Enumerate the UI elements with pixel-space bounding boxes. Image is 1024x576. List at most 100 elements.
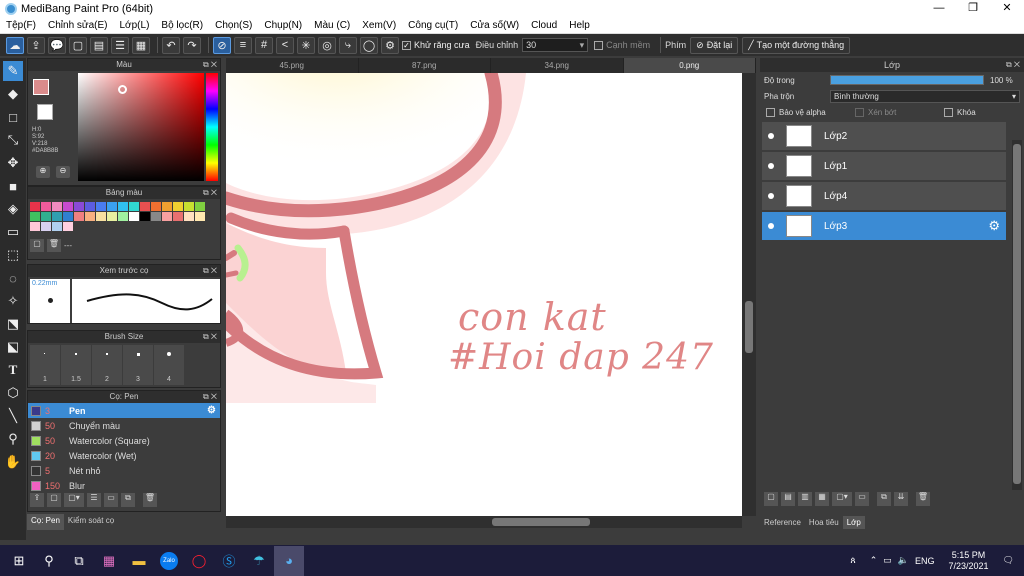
palette-swatch[interactable] bbox=[85, 212, 95, 221]
brush-size-item[interactable]: 1 bbox=[30, 345, 60, 385]
palette-swatch[interactable] bbox=[52, 212, 62, 221]
tab-brush-control[interactable]: Kiểm soát cọ bbox=[64, 514, 118, 530]
menu-cloud[interactable]: Cloud bbox=[525, 20, 563, 31]
palette-swatch[interactable] bbox=[195, 212, 205, 221]
tab-brush[interactable]: Cọ: Pen bbox=[27, 514, 64, 530]
brush-list-icon[interactable]: ☰ bbox=[87, 493, 101, 507]
palette-swatch[interactable] bbox=[140, 212, 150, 221]
brush-size-item[interactable]: 2 bbox=[92, 345, 122, 385]
visibility-icon[interactable] bbox=[768, 133, 774, 139]
gradient-tool-icon[interactable]: ▭ bbox=[3, 222, 23, 242]
palette-swatch[interactable] bbox=[118, 212, 128, 221]
new-doc-icon[interactable]: ▢ bbox=[69, 36, 87, 54]
palette-swatch[interactable] bbox=[85, 202, 95, 211]
volume-icon[interactable]: 🔈 bbox=[898, 555, 909, 566]
delete-layer-icon[interactable]: 🗑 bbox=[916, 492, 930, 506]
panel-controls-icon[interactable]: ⧉ ✕ bbox=[203, 391, 217, 403]
brush-item[interactable]: 5 Nét nhỏ bbox=[28, 463, 220, 478]
sv-square[interactable] bbox=[78, 73, 204, 181]
menu-window[interactable]: Cửa số(W) bbox=[464, 20, 525, 31]
foreground-color[interactable] bbox=[33, 79, 49, 95]
soft-edge-checkbox[interactable]: Cạnh mềm bbox=[594, 40, 650, 50]
people-icon[interactable]: ጰ bbox=[850, 555, 855, 566]
select-pen-icon[interactable]: ⬔ bbox=[3, 314, 23, 334]
layer-row[interactable]: Lớp4 bbox=[762, 182, 1006, 210]
color-picker-icon[interactable]: ⊕ bbox=[36, 166, 50, 178]
copy-brush-icon[interactable]: ⧉ bbox=[121, 493, 135, 507]
canvas-tab[interactable]: 87.png bbox=[359, 58, 491, 73]
palette-swatch[interactable] bbox=[63, 212, 73, 221]
file-explorer-icon[interactable]: ▬ bbox=[124, 546, 154, 576]
palette-swatch[interactable] bbox=[151, 202, 161, 211]
brush-item[interactable]: 20 Watercolor (Wet) bbox=[28, 448, 220, 463]
brush-item[interactable]: 50 Chuyển màu bbox=[28, 418, 220, 433]
clock[interactable]: 5:15 PM 7/23/2021 bbox=[949, 550, 989, 572]
layer-scrollbar[interactable] bbox=[1012, 140, 1022, 490]
lasso-tool-icon[interactable]: ◌ bbox=[3, 268, 23, 288]
snap-off-icon[interactable]: ⊘ bbox=[213, 36, 231, 54]
cloud-icon[interactable]: ☁ bbox=[6, 36, 24, 54]
hue-slider[interactable] bbox=[206, 73, 218, 181]
menu-layer[interactable]: Lớp(L) bbox=[114, 20, 156, 31]
grid-icon[interactable]: ▦ bbox=[132, 36, 150, 54]
curve-snap-icon[interactable]: ⤷ bbox=[339, 36, 357, 54]
reset-button[interactable]: ⊘ Đặt lại bbox=[690, 36, 739, 54]
operation-tool-icon[interactable]: ⬡ bbox=[3, 383, 23, 403]
bucket-tool-icon[interactable]: ◈ bbox=[3, 199, 23, 219]
panel-controls-icon[interactable]: ⧉ ✕ bbox=[203, 187, 217, 199]
tab-navigator[interactable]: Hoa tiêu bbox=[805, 516, 843, 529]
new-1bit-layer-icon[interactable]: ▦ bbox=[815, 492, 829, 506]
tab-layer[interactable]: Lớp bbox=[842, 516, 865, 529]
palette-swatch[interactable] bbox=[41, 212, 51, 221]
canvas-tab[interactable]: 34.png bbox=[491, 58, 624, 73]
text-tool-icon[interactable]: T bbox=[3, 360, 23, 380]
panel-controls-icon[interactable]: ⧉ ✕ bbox=[203, 331, 217, 343]
new-palette-icon[interactable]: ▢ bbox=[30, 238, 44, 252]
visibility-icon[interactable] bbox=[768, 223, 774, 229]
delete-brush-icon[interactable]: 🗑 bbox=[143, 493, 157, 507]
scroll-thumb[interactable] bbox=[492, 518, 590, 526]
palette-swatch[interactable] bbox=[41, 222, 51, 231]
palette-swatch[interactable] bbox=[140, 202, 150, 211]
color-cursor[interactable] bbox=[118, 85, 127, 94]
duplicate-layer-icon[interactable]: ⧉ bbox=[877, 492, 891, 506]
straight-line-button[interactable]: ╱ Tạo một đường thẳng bbox=[742, 36, 851, 54]
brush-size-item[interactable]: 3 bbox=[123, 345, 153, 385]
panel-controls-icon[interactable]: ⧉ ✕ bbox=[1006, 58, 1020, 72]
palette-swatch[interactable] bbox=[162, 212, 172, 221]
menu-edit[interactable]: Chỉnh sửa(E) bbox=[42, 20, 114, 31]
fill-rect-tool-icon[interactable]: ■ bbox=[3, 176, 23, 196]
eyedropper-icon[interactable]: ⚲ bbox=[3, 429, 23, 449]
magic-wand-icon[interactable]: ✧ bbox=[3, 291, 23, 311]
palette-swatch[interactable] bbox=[30, 202, 40, 211]
drawing-canvas[interactable]: con kat #Hoi dap 247 bbox=[226, 73, 742, 516]
new-8bit-layer-icon[interactable]: ▥ bbox=[798, 492, 812, 506]
delete-palette-icon[interactable]: 🗑 bbox=[47, 238, 61, 252]
palette-swatch[interactable] bbox=[195, 202, 205, 211]
tab-reference[interactable]: Reference bbox=[760, 516, 805, 529]
menu-color[interactable]: Màu (C) bbox=[308, 20, 356, 31]
undo-icon[interactable]: ↶ bbox=[162, 36, 180, 54]
share-icon[interactable]: ⇪ bbox=[27, 36, 45, 54]
color-mode-icon[interactable]: ⊖ bbox=[56, 166, 70, 178]
brush-size-item[interactable]: 4 bbox=[154, 345, 184, 385]
lock-checkbox[interactable] bbox=[944, 107, 953, 117]
move-tool-icon[interactable]: ✥ bbox=[3, 153, 23, 173]
add-brush-icon[interactable]: ▢▾ bbox=[64, 493, 84, 507]
new-brush-icon[interactable]: ▢ bbox=[47, 493, 61, 507]
brush-size-item[interactable]: 1.5 bbox=[61, 345, 91, 385]
palette-swatch[interactable] bbox=[52, 202, 62, 211]
ellipse-snap-icon[interactable]: ◯ bbox=[360, 36, 378, 54]
menu-select[interactable]: Chọn(S) bbox=[209, 20, 258, 31]
visibility-icon[interactable] bbox=[768, 163, 774, 169]
palette-swatch[interactable] bbox=[63, 202, 73, 211]
radial-snap-icon[interactable]: ✳ bbox=[297, 36, 315, 54]
circle-snap-icon[interactable]: ◎ bbox=[318, 36, 336, 54]
palette-swatch[interactable] bbox=[162, 202, 172, 211]
palette-swatch[interactable] bbox=[107, 202, 117, 211]
palette-swatch[interactable] bbox=[30, 212, 40, 221]
layer-settings-icon[interactable]: ⚙ bbox=[988, 218, 1000, 234]
opera-icon[interactable]: ◯ bbox=[184, 546, 214, 576]
layer-row[interactable]: Lớp2 bbox=[762, 122, 1006, 150]
zalo-icon[interactable]: Zalo bbox=[154, 546, 184, 576]
